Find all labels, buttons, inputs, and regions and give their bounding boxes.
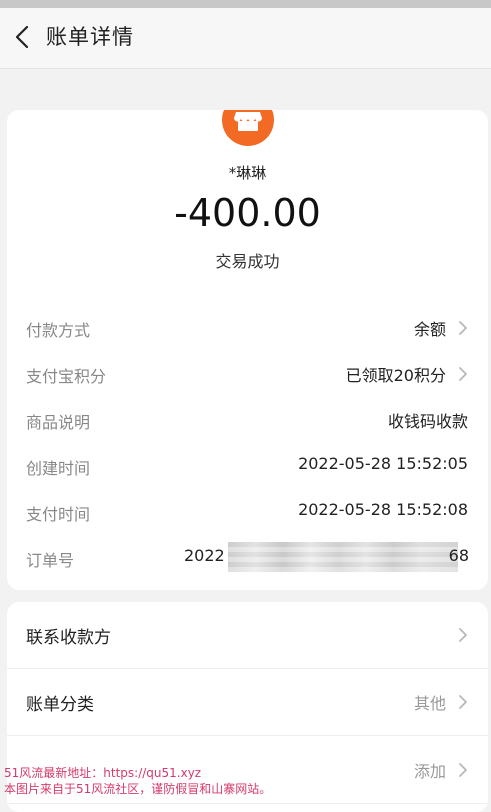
contact-payee-row[interactable]: 联系收款方 xyxy=(7,602,488,669)
chevron-right-icon xyxy=(454,365,472,383)
detail-row-alipay-points[interactable]: 支付宝积分 已领取20积分 xyxy=(7,354,488,394)
transaction-status: 交易成功 xyxy=(215,252,280,271)
bill-summary-card: *琳琳 -400.00 交易成功 付款方式 余额 支付宝积分 已领取20积分 商… xyxy=(7,110,488,590)
status-bar-strip xyxy=(0,0,491,8)
action-value: 其他 xyxy=(413,694,446,713)
watermark-line: 51风流最新地址：https://qu51.xyz xyxy=(4,766,202,780)
order-number-blur xyxy=(228,542,458,572)
detail-row-payment-method[interactable]: 付款方式 余额 xyxy=(7,308,488,348)
action-value: 添加 xyxy=(413,762,446,781)
detail-row-product-description: 商品说明 收钱码收款 xyxy=(7,400,488,440)
detail-row-order-number[interactable]: 订单号 2022 68 xyxy=(7,538,488,578)
detail-value: 收钱码收款 xyxy=(387,412,468,431)
back-arrow-icon[interactable] xyxy=(8,22,38,52)
detail-label: 创建时间 xyxy=(26,459,91,478)
order-number-start: 2022 xyxy=(184,546,225,565)
chevron-right-icon xyxy=(454,626,472,644)
detail-label: 支付时间 xyxy=(26,505,91,524)
watermark-line: 本图片来自于51风流社区，谨防假冒和山寨网站。 xyxy=(4,782,272,796)
bill-category-row[interactable]: 账单分类 其他 xyxy=(7,669,488,736)
detail-row-payment-time: 支付时间 2022-05-28 15:52:08 xyxy=(7,492,488,532)
chevron-right-icon xyxy=(454,319,472,337)
chevron-right-icon xyxy=(454,761,472,779)
detail-label: 付款方式 xyxy=(26,321,91,340)
detail-value: 2022-05-28 15:52:05 xyxy=(298,454,468,473)
shop-icon xyxy=(222,110,274,146)
payee-name: *琳琳 xyxy=(228,164,267,182)
nav-bar: 账单详情 xyxy=(0,8,491,69)
detail-label: 支付宝积分 xyxy=(26,367,107,386)
amount: -400.00 xyxy=(174,191,321,235)
action-label: 联系收款方 xyxy=(26,628,111,648)
detail-value: 2022-05-28 15:52:08 xyxy=(298,500,468,519)
detail-label: 订单号 xyxy=(26,551,75,570)
order-number-end: 68 xyxy=(448,546,469,565)
watermark: 51风流最新地址：https://qu51.xyz 本图片来自于51风流社区，谨… xyxy=(4,765,271,797)
page-title: 账单详情 xyxy=(46,25,134,49)
detail-label: 商品说明 xyxy=(26,413,91,432)
detail-row-created-time: 创建时间 2022-05-28 15:52:05 xyxy=(7,446,488,486)
action-label: 账单分类 xyxy=(26,695,94,715)
detail-value: 余额 xyxy=(413,320,446,339)
detail-value: 已领取20积分 xyxy=(345,366,446,385)
chevron-right-icon xyxy=(454,693,472,711)
